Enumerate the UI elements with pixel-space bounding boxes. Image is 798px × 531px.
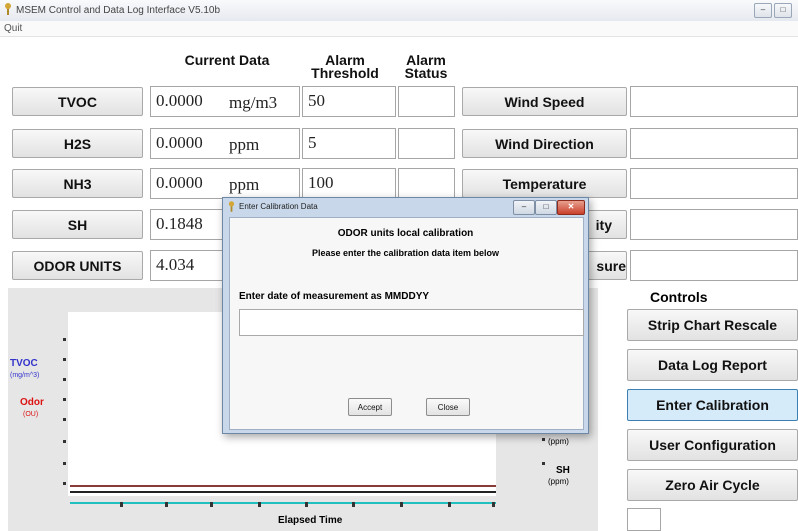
sensor-button-sh[interactable]: SH xyxy=(12,210,143,239)
sh-value: 0.1848 xyxy=(156,214,203,233)
x-tick xyxy=(165,502,168,507)
odor-value: 4.034 xyxy=(156,255,195,274)
calibration-dialog: Enter Calibration Data – □ ✕ ODOR units … xyxy=(222,197,589,434)
dialog-body: ODOR units local calibration Please ente… xyxy=(229,217,584,430)
temperature-field xyxy=(630,168,798,199)
chart-label-tvoc: TVOC xyxy=(10,358,38,369)
nh3-value-field: 0.0000 ppm xyxy=(150,168,300,199)
x-tick xyxy=(210,502,213,507)
x-tick xyxy=(400,502,403,507)
dialog-title: Enter Calibration Data xyxy=(239,202,318,211)
wind-direction-button[interactable]: Wind Direction xyxy=(462,129,627,158)
sensor-button-tvoc[interactable]: TVOC xyxy=(12,87,143,116)
menu-quit[interactable]: Quit xyxy=(4,23,22,34)
pressure-field xyxy=(630,250,798,281)
wind-speed-field xyxy=(630,86,798,117)
chart-series-line-sh xyxy=(70,502,496,504)
dialog-heading: ODOR units local calibration xyxy=(337,228,474,239)
x-tick xyxy=(352,502,355,507)
header-alarm-threshold: Alarm Threshold xyxy=(311,52,379,81)
enter-calibration-button[interactable]: Enter Calibration xyxy=(627,389,798,421)
chart-label-sh: SH xyxy=(556,465,570,476)
y-tick xyxy=(63,418,66,421)
accept-button[interactable]: Accept xyxy=(348,398,392,416)
y-tick xyxy=(63,482,66,485)
nh3-alarm-status xyxy=(398,168,455,199)
x-tick xyxy=(305,502,308,507)
tvoc-threshold-field[interactable]: 50 xyxy=(302,86,396,117)
tvoc-value: 0.0000 xyxy=(156,91,203,110)
chart-label-odor: Odor xyxy=(20,397,44,408)
tvoc-value-field: 0.0000 mg/m3 xyxy=(150,86,300,117)
nh3-threshold: 100 xyxy=(308,173,334,192)
menu-bar: Quit xyxy=(0,21,798,37)
strip-chart-rescale-button[interactable]: Strip Chart Rescale xyxy=(627,309,798,341)
humidity-field xyxy=(630,209,798,240)
h2s-threshold: 5 xyxy=(308,133,317,152)
tvoc-unit: mg/m3 xyxy=(229,93,278,112)
y-tick xyxy=(63,398,66,401)
y-tick xyxy=(63,440,66,443)
minimize-button[interactable]: – xyxy=(754,3,772,18)
user-configuration-button[interactable]: User Configuration xyxy=(627,429,798,461)
h2s-value-field: 0.0000 ppm xyxy=(150,128,300,159)
x-tick xyxy=(258,502,261,507)
dialog-subheading: Please enter the calibration data item b… xyxy=(311,248,500,258)
h2s-alarm-status xyxy=(398,128,455,159)
nh3-unit: ppm xyxy=(229,175,260,194)
controls-title: Controls xyxy=(650,289,708,305)
chart-series-line-tvoc xyxy=(70,491,496,493)
chart-unit-odor: (OU) xyxy=(23,411,39,418)
y-tick-right xyxy=(542,438,545,441)
wind-speed-button[interactable]: Wind Speed xyxy=(462,87,627,116)
h2s-unit: ppm xyxy=(229,135,260,154)
sensor-button-h2s[interactable]: H2S xyxy=(12,129,143,158)
chart-unit-right-1: (ppm) xyxy=(548,437,569,446)
chart-xlabel: Elapsed Time xyxy=(278,515,343,526)
header-current-data: Current Data xyxy=(184,52,270,68)
chart-unit-tvoc: (mg/m^3) xyxy=(10,372,40,379)
nh3-value: 0.0000 xyxy=(156,173,203,192)
zero-air-cycle-button[interactable]: Zero Air Cycle xyxy=(627,469,798,501)
window-title: MSEM Control and Data Log Interface V5.1… xyxy=(16,5,221,16)
data-log-report-button[interactable]: Data Log Report xyxy=(627,349,798,381)
app-icon xyxy=(5,3,11,15)
header-alarm-status: Alarm Status xyxy=(404,52,448,81)
wind-direction-field xyxy=(630,128,798,159)
y-tick xyxy=(63,358,66,361)
status-indicator-box xyxy=(627,508,661,531)
h2s-value: 0.0000 xyxy=(156,133,203,152)
y-tick xyxy=(63,378,66,381)
title-bar: MSEM Control and Data Log Interface V5.1… xyxy=(0,0,798,21)
chart-series-line-odor xyxy=(70,485,496,487)
maximize-button[interactable]: □ xyxy=(774,3,792,18)
tvoc-threshold: 50 xyxy=(308,91,325,110)
dialog-prompt: Enter date of measurement as MMDDYY xyxy=(239,291,430,302)
temperature-button[interactable]: Temperature xyxy=(462,169,627,198)
chart-unit-sh: (ppm) xyxy=(548,477,569,486)
h2s-threshold-field[interactable]: 5 xyxy=(302,128,396,159)
calibration-date-input[interactable] xyxy=(239,309,584,336)
dialog-app-icon xyxy=(228,201,235,212)
y-tick xyxy=(63,462,66,465)
y-tick-right xyxy=(542,462,545,465)
tvoc-alarm-status xyxy=(398,86,455,117)
sensor-button-odor-units[interactable]: ODOR UNITS xyxy=(12,251,143,280)
dialog-minimize-button[interactable]: – xyxy=(513,200,535,215)
x-tick xyxy=(120,502,123,507)
close-button[interactable]: Close xyxy=(426,398,470,416)
dialog-maximize-button[interactable]: □ xyxy=(535,200,557,215)
y-tick xyxy=(63,338,66,341)
x-tick xyxy=(448,502,451,507)
nh3-threshold-field[interactable]: 100 xyxy=(302,168,396,199)
dialog-close-x-button[interactable]: ✕ xyxy=(557,200,585,215)
x-tick xyxy=(492,502,495,507)
sensor-button-nh3[interactable]: NH3 xyxy=(12,169,143,198)
